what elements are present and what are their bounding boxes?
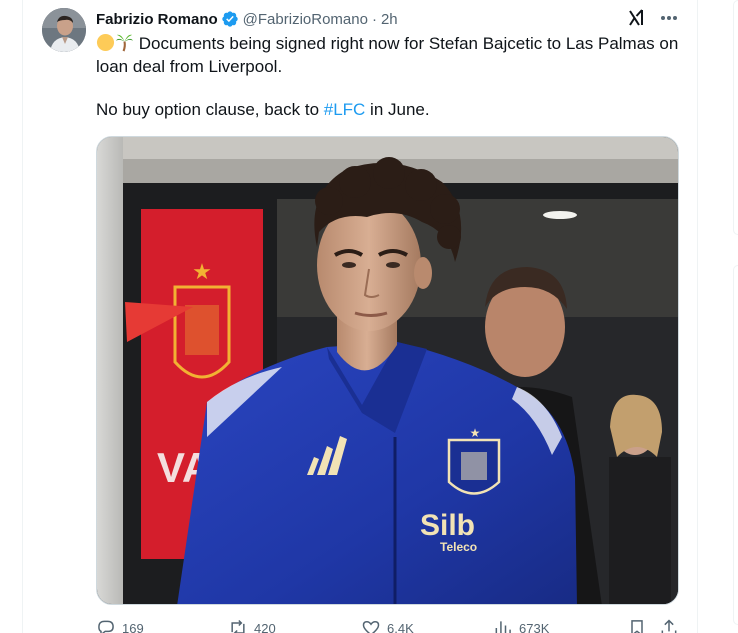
sidebar-card-edge: [733, 0, 738, 235]
timeline-page: Fabrizio Romano @FabrizioRomano · 2h Doc…: [0, 0, 738, 633]
bookmark-button[interactable]: [627, 618, 653, 633]
tweet[interactable]: Fabrizio Romano @FabrizioRomano · 2h Doc…: [23, 0, 697, 633]
share-button[interactable]: [659, 618, 685, 633]
tweet-header: Fabrizio Romano @FabrizioRomano · 2h: [96, 8, 398, 30]
display-name[interactable]: Fabrizio Romano: [96, 11, 218, 28]
tweet-text: Documents being signed right now for Ste…: [96, 32, 686, 121]
tweet-text-paragraph: Documents being signed right now for Ste…: [96, 32, 686, 78]
share-icon: [661, 619, 677, 633]
reply-count: 169: [122, 620, 144, 633]
tweet-actions-bar: 169 420 6.4K 673K: [96, 618, 679, 633]
tweet-text-line: in June.: [365, 100, 430, 119]
verified-badge-icon: [221, 11, 238, 27]
tweet-text-line: No buy option clause, back to: [96, 100, 324, 119]
views-button[interactable]: 673K: [493, 618, 549, 633]
reply-button[interactable]: 169: [96, 618, 144, 633]
hashtag-link[interactable]: #LFC: [324, 100, 366, 119]
view-count: 673K: [519, 620, 550, 633]
grok-icon[interactable]: [627, 8, 647, 28]
like-button[interactable]: 6.4K: [361, 618, 414, 633]
sponsor-text: Silb: [420, 509, 475, 542]
timestamp[interactable]: 2h: [381, 11, 398, 28]
sponsor-subtext: Teleco: [440, 540, 477, 554]
separator-dot: ·: [371, 10, 377, 28]
user-handle[interactable]: @FabrizioRomano: [243, 11, 368, 28]
tweet-media-image[interactable]: ★ VAN: [96, 136, 679, 605]
yellow-circle-emoji: [96, 33, 115, 52]
palm-tree-emoji: [115, 34, 134, 52]
bookmark-icon: [631, 620, 643, 633]
analytics-icon: [495, 621, 511, 633]
repost-icon: [231, 619, 245, 633]
tweet-text-paragraph: No buy option clause, back to #LFC in Ju…: [96, 98, 686, 121]
more-icon[interactable]: [658, 8, 680, 28]
heart-icon: [362, 620, 380, 633]
svg-text:★: ★: [192, 259, 212, 284]
repost-count: 420: [254, 620, 276, 633]
like-count: 6.4K: [387, 620, 414, 633]
svg-text:★: ★: [470, 426, 481, 440]
avatar[interactable]: [42, 8, 86, 52]
column-divider-right: [697, 0, 698, 633]
reply-icon: [98, 620, 114, 633]
tweet-text-line: Documents being signed right now for Ste…: [96, 34, 679, 76]
sidebar-card-edge: [733, 265, 738, 625]
repost-button[interactable]: 420: [228, 618, 276, 633]
